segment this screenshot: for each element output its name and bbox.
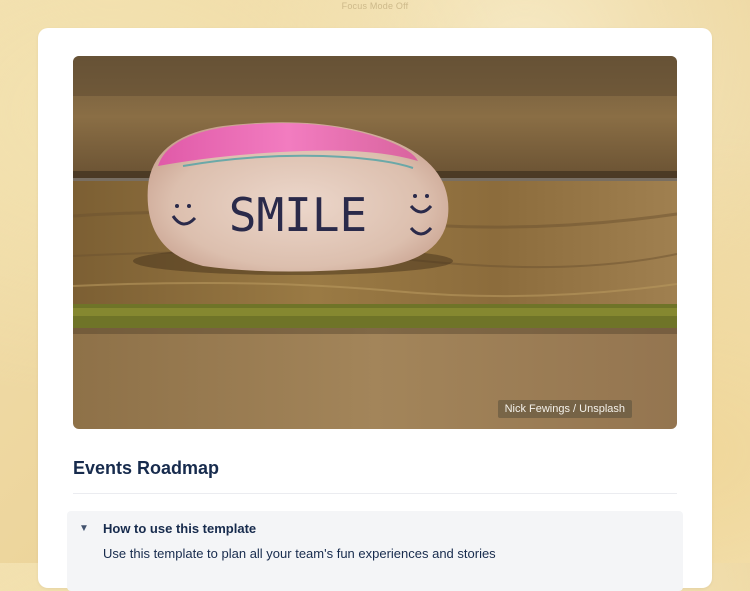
image-credit[interactable]: Nick Fewings / Unsplash	[497, 400, 632, 418]
expand-body-text: Use this template to plan all your team'…	[103, 546, 496, 561]
focus-mode-toggle[interactable]: Focus Mode Off	[0, 1, 750, 11]
cover-photo: SMILE	[73, 56, 677, 429]
page-title: Events Roadmap	[73, 458, 220, 478]
stone-text: SMILE	[229, 188, 367, 242]
page-card: SMILE Nick Fewings / Unsplash Events Roa…	[38, 28, 712, 591]
expand-panel: ▼ How to use this template Use this temp…	[67, 511, 683, 591]
expand-toggle[interactable]: ▼ How to use this template	[79, 521, 256, 536]
expand-title: How to use this template	[103, 521, 257, 536]
divider	[73, 493, 677, 494]
cover-image: SMILE Nick Fewings / Unsplash	[73, 56, 677, 429]
chevron-down-icon: ▼	[79, 523, 89, 534]
